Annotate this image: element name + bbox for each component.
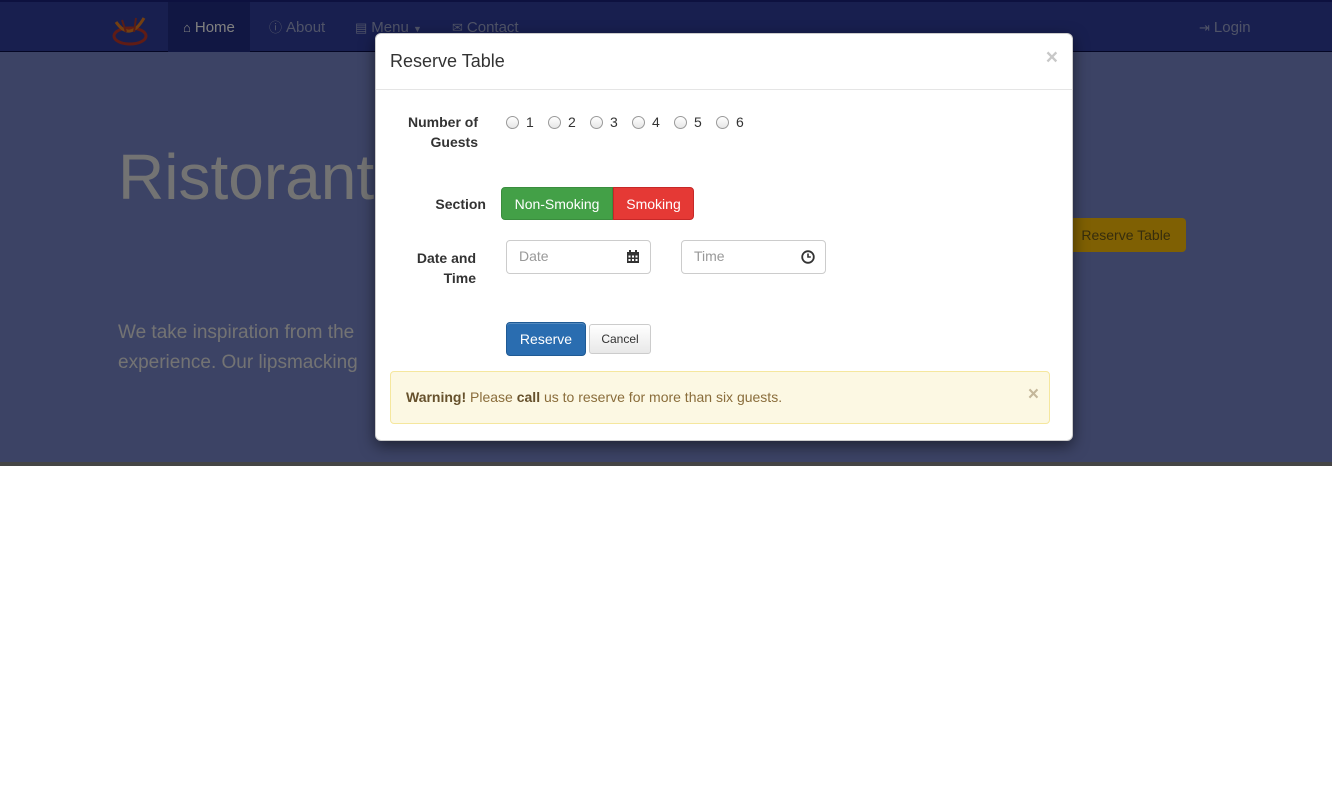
cancel-button[interactable]: Cancel [589, 324, 651, 354]
radio-icon[interactable] [506, 115, 519, 129]
close-icon[interactable]: × [1046, 46, 1058, 70]
guest-radio-3[interactable]: 3 [590, 114, 618, 130]
guest-radio-4[interactable]: 4 [632, 114, 660, 130]
alert-close-icon[interactable]: × [1028, 384, 1039, 406]
guests-label: Number of Guests [408, 114, 478, 150]
alert-message: Warning! Please call us to reserve for m… [406, 389, 782, 405]
alert-text-pre: Please [470, 389, 513, 405]
radio-icon[interactable] [590, 115, 603, 129]
radio-icon[interactable] [716, 115, 729, 129]
time-input[interactable] [694, 248, 794, 264]
radio-icon[interactable] [632, 115, 645, 129]
section-label: Section [435, 196, 486, 212]
guest-option-label: 2 [568, 114, 576, 130]
alert-strong: Warning! [406, 389, 467, 405]
alert-text-post: us to reserve for more than six guests. [543, 389, 783, 405]
calendar-icon [627, 250, 639, 263]
modal-title: Reserve Table [390, 51, 505, 71]
radio-icon[interactable] [674, 115, 687, 129]
alert-emphasis: call [516, 389, 541, 405]
guest-option-label: 3 [610, 114, 618, 130]
guest-option-label: 5 [694, 114, 702, 130]
guest-radio-1[interactable]: 1 [506, 114, 534, 130]
guest-option-label: 4 [652, 114, 660, 130]
page: ⌂Home ⓘAbout ▤Menu ▼ ✉Contact ⇥Login Ris… [0, 0, 1332, 794]
guest-radio-5[interactable]: 5 [674, 114, 702, 130]
warning-alert: Warning! Please call us to reserve for m… [390, 371, 1050, 424]
reserve-modal: Reserve Table × Number of Guests 1 2 3 4… [375, 33, 1073, 441]
guest-option-label: 6 [736, 114, 744, 130]
time-field[interactable] [681, 240, 826, 274]
clock-icon [801, 250, 815, 264]
guest-radio-6[interactable]: 6 [716, 114, 744, 130]
date-input[interactable] [519, 248, 619, 264]
datetime-label: Date and Time [416, 250, 476, 286]
reserve-button[interactable]: Reserve [506, 322, 586, 356]
radio-icon[interactable] [548, 115, 561, 129]
non-smoking-button[interactable]: Non-Smoking [501, 187, 613, 220]
guest-radio-2[interactable]: 2 [548, 114, 576, 130]
guest-option-label: 1 [526, 114, 534, 130]
modal-header: Reserve Table × [376, 34, 1072, 90]
date-field[interactable] [506, 240, 651, 274]
smoking-button[interactable]: Smoking [613, 187, 694, 220]
